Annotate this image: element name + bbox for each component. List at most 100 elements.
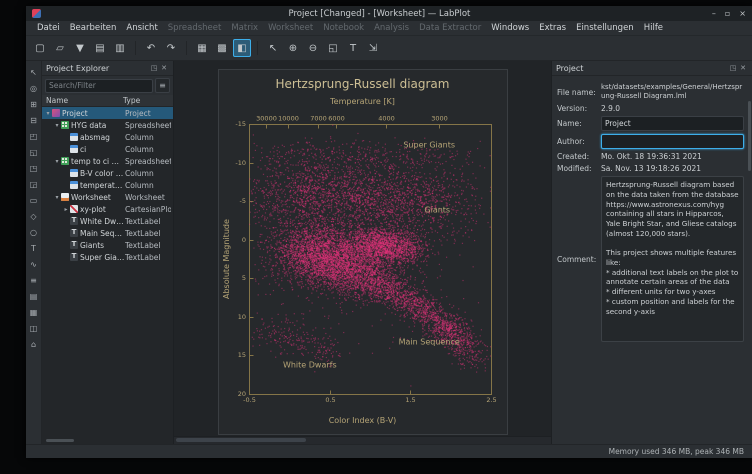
expand-arrow[interactable]: ▾ [53,194,61,201]
tree-row[interactable]: temperatureColumn [42,179,173,191]
tree-row[interactable]: ▾ProjectProject [42,107,173,119]
tree-row[interactable]: ▾WorksheetWorksheet [42,191,173,203]
worksheet-hscrollbar[interactable] [174,436,551,444]
new-project-button[interactable]: ▢ [31,39,49,57]
plot-annotation[interactable]: Super Giants [403,140,455,149]
plot-annotation[interactable]: White Dwarfs [283,360,337,369]
tree-column-headers[interactable]: Name Type [42,95,173,107]
column-header-name[interactable]: Name [46,96,123,105]
left-axis-label[interactable]: Absolute Magnitude [222,124,231,394]
menu-datei[interactable]: Datei [32,23,65,33]
crosshair-icon[interactable]: ◎ [28,82,40,94]
search-row: ≡ [42,76,173,95]
zoom-in-button[interactable]: ⊕ [284,39,302,57]
menu-spreadsheet[interactable]: Spreadsheet [163,23,227,33]
maximize-button[interactable]: ▫ [725,9,730,18]
expand-arrow[interactable]: ▾ [53,158,61,165]
tree-row[interactable]: GiantsTextLabel [42,239,173,251]
menu-notebook[interactable]: Notebook [318,23,369,33]
properties-header: Project ◳ ✕ [552,61,752,76]
tree-row[interactable]: ▸xy-plotCartesianPlot [42,203,173,215]
zoom-out-button[interactable]: ⊖ [304,39,322,57]
tree-row[interactable]: absmagColumn [42,131,173,143]
zoom-select-icon[interactable]: ◳ [28,162,40,174]
plot-annotation[interactable]: Giants [424,206,450,215]
tree-row[interactable]: White DwarfsTextLabel [42,215,173,227]
tree-row[interactable]: Main SequenceTextLabel [42,227,173,239]
select-mode-button[interactable]: ↖ [264,39,282,57]
tree-row[interactable]: ciColumn [42,143,173,155]
explorer-hscrollbar[interactable] [46,439,74,442]
remove-plot-icon[interactable]: ⊟ [28,114,40,126]
expand-arrow[interactable]: ▸ [62,206,70,213]
home-icon[interactable]: ⌂ [28,338,40,350]
worksheet-page[interactable]: Hertzsprung-Russell diagram Temperature … [218,69,508,435]
menu-bearbeiten[interactable]: Bearbeiten [65,23,122,33]
undo-button[interactable]: ↶ [142,39,160,57]
zoom-y-icon[interactable]: ◱ [28,146,40,158]
layout-rows-icon[interactable]: ▤ [28,290,40,302]
new-spreadsheet-button[interactable]: ▦ [193,39,211,57]
zoom-fit-button[interactable]: ◱ [324,39,342,57]
expand-arrow[interactable]: ▾ [53,122,61,129]
cursor-icon[interactable]: ↖ [28,66,40,78]
tree-row[interactable]: B-V color indexColumn [42,167,173,179]
filter-options-icon[interactable]: ≡ [155,78,170,93]
hr-plot-canvas[interactable] [219,70,507,434]
search-input[interactable] [45,79,153,93]
minimize-button[interactable]: – [712,9,716,18]
add-label-icon[interactable]: ▭ [28,194,40,206]
add-circle-icon[interactable]: ○ [28,226,40,238]
properties-vscrollbar[interactable] [748,101,751,171]
menu-ansicht[interactable]: Ansicht [121,23,162,33]
column-header-type[interactable]: Type [123,96,169,105]
zoom-x-icon[interactable]: ◰ [28,130,40,142]
tree-item-type: Spreadsheet [125,121,171,130]
tree-row[interactable]: ▾HYG dataSpreadsheet [42,119,173,131]
top-axis-label[interactable]: Temperature [K] [219,97,507,106]
menu-matrix[interactable]: Matrix [226,23,263,33]
menu-data-extractor[interactable]: Data Extractor [414,23,486,33]
print-button[interactable]: ▤ [91,39,109,57]
add-shape-icon[interactable]: ◇ [28,210,40,222]
tree-row[interactable]: Super GiantsTextLabel [42,251,173,263]
export-button[interactable]: ⇲ [364,39,382,57]
author-field[interactable] [601,134,744,149]
dock-close-icon[interactable]: ✕ [159,64,169,72]
print-preview-button[interactable]: ▥ [111,39,129,57]
version-label: Version: [557,104,601,113]
worksheet-hscrollbar-thumb[interactable] [176,438,306,442]
new-matrix-button[interactable]: ▩ [213,39,231,57]
plot-annotation[interactable]: Main Sequence [399,337,460,346]
menu-analysis[interactable]: Analysis [369,23,414,33]
add-plot-icon[interactable]: ⊞ [28,98,40,110]
zoom-fit-icon[interactable]: ◲ [28,178,40,190]
dock-close-icon[interactable]: ✕ [738,64,748,72]
expand-arrow[interactable]: ▾ [44,110,52,117]
menu-hilfe[interactable]: Hilfe [639,23,668,33]
close-button[interactable]: × [739,9,746,18]
split-view-icon[interactable]: ◫ [28,322,40,334]
tree-item-name: xy-plot [80,205,125,214]
new-worksheet-button[interactable]: ◧ [233,39,251,57]
redo-button[interactable]: ↷ [162,39,180,57]
save-project-button[interactable]: ▼ [71,39,89,57]
open-project-button[interactable]: ▱ [51,39,69,57]
comment-field[interactable]: Hertzsprung-Russell diagram based on the… [601,176,744,342]
add-text-label-button[interactable]: T [344,39,362,57]
add-curve-icon[interactable]: ∿ [28,258,40,270]
dock-float-icon[interactable]: ◳ [728,64,738,72]
menu-einstellungen[interactable]: Einstellungen [571,23,639,33]
menu-windows[interactable]: Windows [486,23,534,33]
tree-row[interactable]: ▾temp to ci mappingSpreadsheet [42,155,173,167]
menu-extras[interactable]: Extras [534,23,571,33]
titlebar[interactable]: Project [Changed] - [Worksheet] — LabPlo… [26,6,752,21]
list-icon[interactable]: ≡ [28,274,40,286]
menu-worksheet[interactable]: Worksheet [263,23,318,33]
bottom-axis-label[interactable]: Color Index (B-V) [219,416,507,425]
layout-grid-icon[interactable]: ▦ [28,306,40,318]
dock-float-icon[interactable]: ◳ [149,64,159,72]
plot-title[interactable]: Hertzsprung-Russell diagram [219,77,507,91]
name-field[interactable] [601,116,744,131]
add-text-icon[interactable]: T [28,242,40,254]
